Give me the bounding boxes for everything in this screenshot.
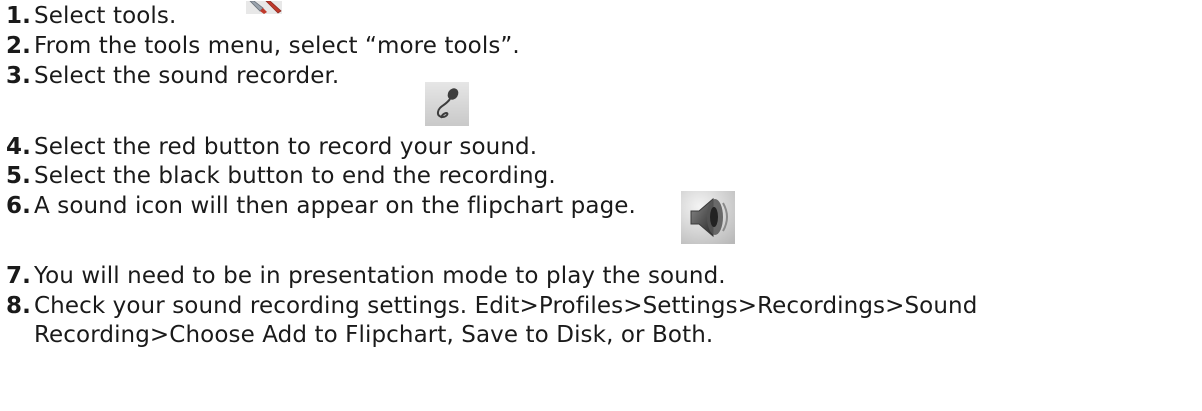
step-number: 4. (6, 134, 31, 160)
step-text: Select the sound recorder. (34, 63, 340, 89)
step-number: 2. (6, 33, 31, 59)
step-text: From the tools menu, select “more tools”… (34, 33, 520, 59)
step-7: 7. You will need to be in presentation mo… (6, 262, 726, 291)
step-text: Select tools. (34, 3, 177, 29)
step-6: 6. A sound icon will then appear on the f… (6, 192, 636, 221)
step-text: Select the red button to record your sou… (34, 134, 538, 160)
step-text-continued: Recording>Choose Add to Flipchart, Save … (34, 322, 714, 348)
step-text: You will need to be in presentation mode… (34, 263, 726, 289)
step-text: Check your sound recording settings. Edi… (34, 293, 978, 319)
step-1: 1. Select tools. (6, 2, 176, 31)
step-number: 7. (6, 263, 31, 289)
microphone-icon (425, 82, 469, 126)
step-text: Select the black button to end the recor… (34, 163, 556, 189)
step-number: 3. (6, 63, 31, 89)
step-2: 2. From the tools menu, select “more tool… (6, 32, 520, 61)
step-5: 5. Select the black button to end the rec… (6, 162, 556, 191)
step-number: 1. (6, 3, 31, 29)
step-8: 8. Check your sound recording settings. E… (6, 292, 977, 350)
speaker-icon (681, 191, 735, 244)
step-text: A sound icon will then appear on the fli… (34, 193, 636, 219)
step-number: 5. (6, 163, 31, 189)
tools-icon (246, 0, 282, 14)
step-3: 3. Select the sound recorder. (6, 62, 339, 91)
step-number: 8. (6, 293, 31, 319)
step-number: 6. (6, 193, 31, 219)
step-4: 4. Select the red button to record your s… (6, 133, 537, 162)
